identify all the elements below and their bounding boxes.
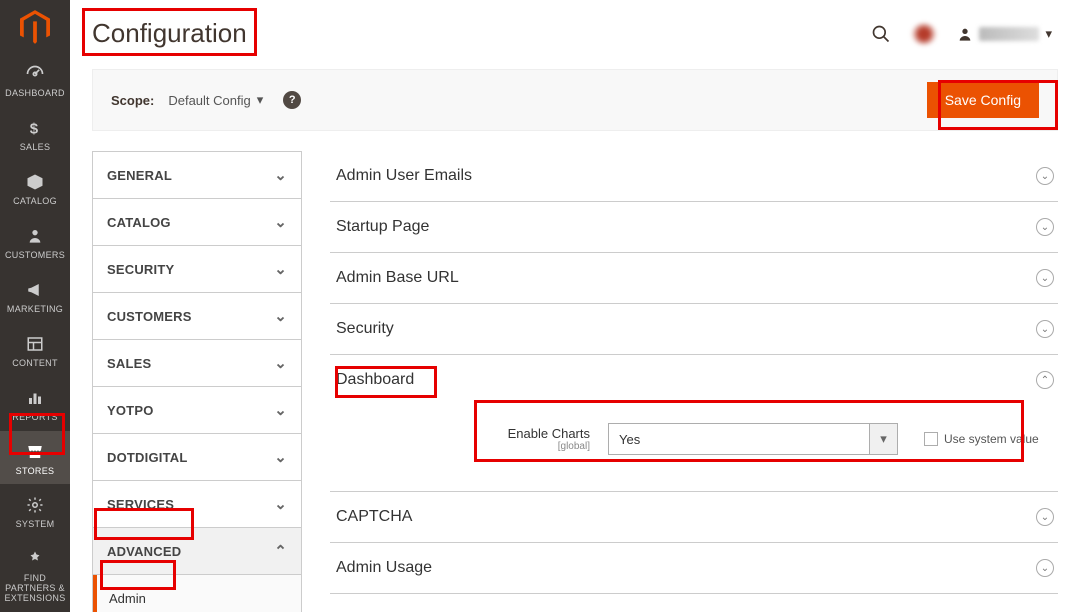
chevron-up-icon: ⌃: [274, 542, 287, 560]
account-name: [979, 27, 1039, 41]
expand-icon: ⌄: [1036, 508, 1054, 526]
chevron-down-icon: ⌄: [274, 307, 287, 325]
use-system-value-checkbox[interactable]: [924, 432, 938, 446]
nav-content[interactable]: CONTENT: [0, 323, 70, 377]
nav-label: CONTENT: [12, 359, 58, 369]
config-sidebar: GENERAL⌄ CATALOG⌄ SECURITY⌄ CUSTOMERS⌄ S…: [92, 151, 302, 612]
chevron-down-icon: ⌄: [274, 260, 287, 278]
section-admin-user-emails[interactable]: Admin User Emails⌄: [330, 151, 1058, 202]
chevron-down-icon: ⌄: [274, 166, 287, 184]
bar-chart-icon: [26, 387, 44, 409]
admin-sidebar: DASHBOARD $ SALES CATALOG CUSTOMERS MARK…: [0, 0, 70, 612]
chevron-down-icon: ⌄: [274, 401, 287, 419]
chevron-down-icon: ▾: [869, 424, 897, 454]
scope-bar: Scope: Default Config ▾ ? Save Config: [92, 69, 1058, 131]
dollar-icon: $: [26, 117, 44, 139]
expand-icon: ⌄: [1036, 559, 1054, 577]
chevron-down-icon: ⌄: [274, 213, 287, 231]
config-group-advanced[interactable]: ADVANCED⌃: [93, 528, 301, 575]
section-startup-page[interactable]: Startup Page⌄: [330, 202, 1058, 253]
nav-find-partners[interactable]: FIND PARTNERS & EXTENSIONS: [0, 538, 70, 612]
gear-icon: [26, 494, 44, 516]
person-icon: [27, 225, 43, 247]
partners-icon: [26, 548, 44, 570]
chevron-down-icon: ⌄: [274, 495, 287, 513]
account-dropdown[interactable]: ▾: [957, 26, 1052, 42]
config-group-dotdigital[interactable]: DOTDIGITAL⌄: [93, 434, 301, 481]
nav-label: CATALOG: [13, 197, 57, 207]
nav-stores[interactable]: STORES: [0, 431, 70, 485]
section-dashboard-body: Enable Charts [global] Yes ▾ Use system …: [330, 405, 1058, 491]
use-system-value-label: Use system value: [944, 432, 1039, 446]
box-icon: [26, 171, 44, 193]
nav-marketing[interactable]: MARKETING: [0, 269, 70, 323]
section-admin-base-url[interactable]: Admin Base URL⌄: [330, 253, 1058, 304]
expand-icon: ⌄: [1036, 320, 1054, 338]
nav-customers[interactable]: CUSTOMERS: [0, 215, 70, 269]
chevron-down-icon: ⌄: [274, 354, 287, 372]
search-icon[interactable]: [871, 24, 891, 44]
section-admin-usage[interactable]: Admin Usage⌄: [330, 543, 1058, 594]
config-group-catalog[interactable]: CATALOG⌄: [93, 199, 301, 246]
save-config-button[interactable]: Save Config: [927, 82, 1039, 118]
help-icon[interactable]: ?: [283, 91, 301, 109]
nav-label: DASHBOARD: [5, 89, 65, 99]
magento-logo[interactable]: [0, 0, 70, 53]
section-dashboard[interactable]: Dashboard⌃: [330, 355, 1058, 405]
enable-charts-label: Enable Charts: [508, 426, 590, 441]
scope-selector[interactable]: Default Config ▾: [168, 92, 263, 108]
nav-label: REPORTS: [12, 413, 57, 423]
config-group-yotpo[interactable]: YOTPO⌄: [93, 387, 301, 434]
config-group-sales[interactable]: SALES⌄: [93, 340, 301, 387]
config-sub-admin[interactable]: Admin: [93, 575, 301, 612]
nav-label: SYSTEM: [16, 520, 55, 530]
nav-dashboard[interactable]: DASHBOARD: [0, 53, 70, 107]
megaphone-icon: [26, 279, 44, 301]
config-group-customers[interactable]: CUSTOMERS⌄: [93, 293, 301, 340]
enable-charts-scope: [global]: [336, 441, 590, 452]
layout-icon: [26, 333, 44, 355]
nav-catalog[interactable]: CATALOG: [0, 161, 70, 215]
config-group-security[interactable]: SECURITY⌄: [93, 246, 301, 293]
config-group-general[interactable]: GENERAL⌄: [93, 152, 301, 199]
chevron-down-icon: ⌄: [274, 448, 287, 466]
nav-label: CUSTOMERS: [5, 251, 65, 261]
expand-icon: ⌄: [1036, 269, 1054, 287]
config-group-services[interactable]: SERVICES⌄: [93, 481, 301, 528]
nav-label: STORES: [16, 467, 55, 477]
user-icon: [957, 26, 973, 42]
nav-system[interactable]: SYSTEM: [0, 484, 70, 538]
enable-charts-select[interactable]: Yes ▾: [608, 423, 898, 455]
section-captcha[interactable]: CAPTCHA⌄: [330, 491, 1058, 543]
settings-panel: Admin User Emails⌄ Startup Page⌄ Admin B…: [330, 151, 1058, 612]
notification-badge[interactable]: [911, 23, 937, 45]
section-security[interactable]: Security⌄: [330, 304, 1058, 355]
scope-label: Scope:: [111, 93, 154, 108]
nav-label: SALES: [20, 143, 51, 153]
expand-icon: ⌄: [1036, 167, 1054, 185]
scope-value: Default Config: [168, 93, 250, 108]
svg-text:$: $: [30, 120, 39, 137]
chevron-down-icon: ▾: [1045, 26, 1052, 42]
page-title: Configuration: [92, 14, 247, 53]
nav-label: MARKETING: [7, 305, 63, 315]
nav-reports[interactable]: REPORTS: [0, 377, 70, 431]
nav-label: FIND PARTNERS & EXTENSIONS: [2, 574, 68, 604]
store-icon: [25, 441, 45, 463]
collapse-icon: ⌃: [1036, 371, 1054, 389]
expand-icon: ⌄: [1036, 218, 1054, 236]
gauge-icon: [25, 63, 45, 85]
chevron-down-icon: ▾: [257, 92, 264, 108]
select-value: Yes: [609, 432, 650, 447]
nav-sales[interactable]: $ SALES: [0, 107, 70, 161]
